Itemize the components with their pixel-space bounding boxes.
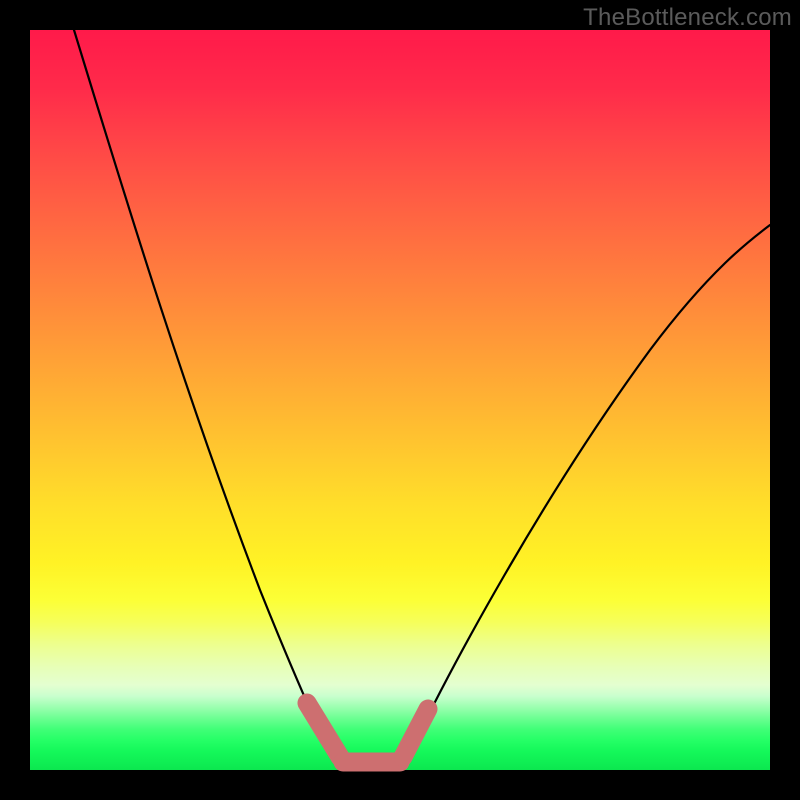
curve-left-branch (74, 30, 326, 745)
curve-right-branch (415, 225, 770, 742)
watermark-text: TheBottleneck.com (583, 4, 792, 32)
chart-stage: TheBottleneck.com (0, 0, 800, 800)
plot-area (30, 30, 770, 770)
marker-left (307, 703, 340, 757)
curve-layer (30, 30, 770, 770)
marker-right (403, 709, 428, 757)
